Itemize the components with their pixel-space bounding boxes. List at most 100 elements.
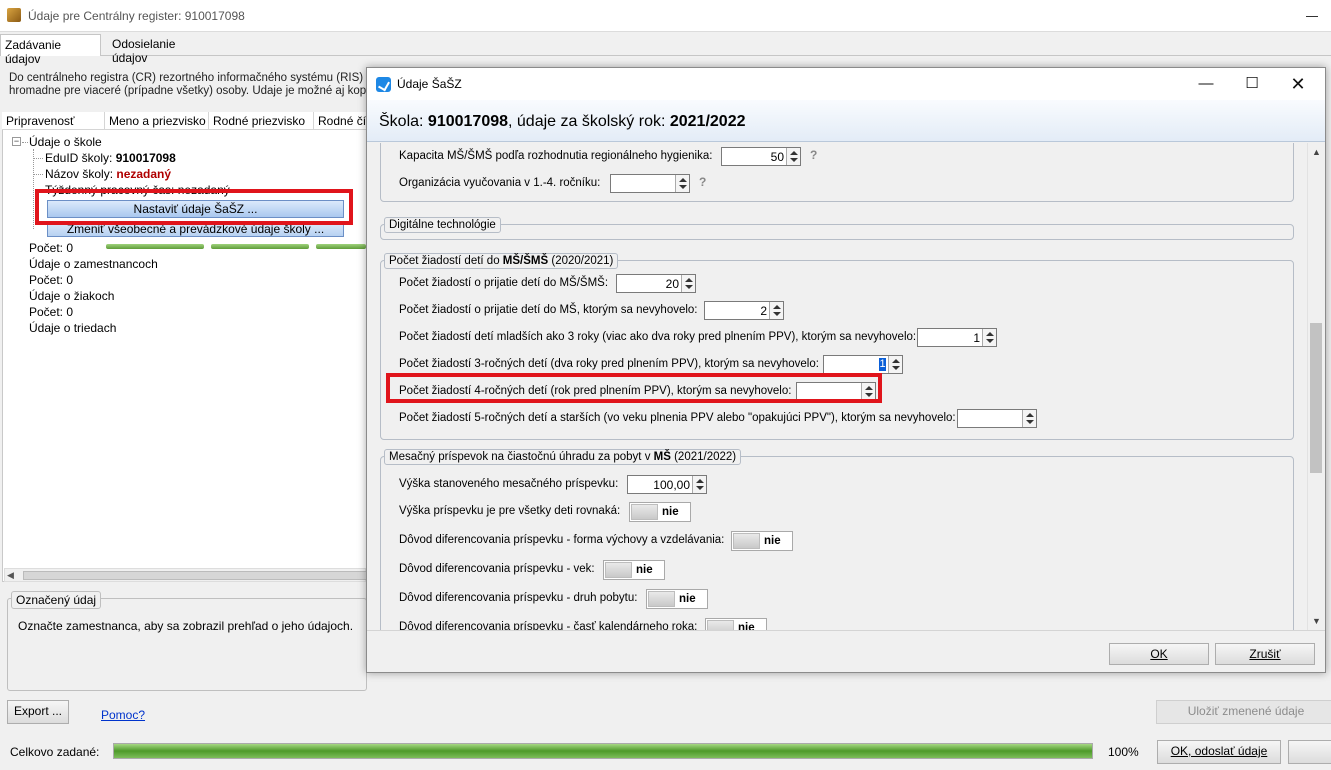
pocet-prijatie-stepper[interactable]: 20	[616, 274, 696, 293]
ok-odoslat-button[interactable]: OK, odoslať údaje	[1157, 740, 1281, 764]
toggle-knob	[605, 562, 632, 578]
group-mesacny-prispevok: Mesačný príspevok na čiastočnú úhradu za…	[380, 449, 1294, 630]
dialog-header: Škola: 910017098, údaje za školský rok: …	[367, 100, 1325, 142]
pomoc-link[interactable]: Pomoc?	[101, 708, 145, 722]
tree-pocet: Počet: 0	[29, 241, 74, 255]
vyska-value: 100,00	[653, 478, 690, 492]
scroll-left-icon[interactable]: ◀	[7, 570, 14, 581]
extra-button[interactable]	[1288, 740, 1331, 764]
pocet-5-rocne-stepper[interactable]	[957, 409, 1037, 428]
legend-prefix: Mesačný príspevok na čiastočnú úhradu za…	[389, 451, 654, 463]
col-header-rodne-priezvisko[interactable]: Rodné priezvisko	[209, 112, 314, 130]
kapacita-label: Kapacita MŠ/ŠMŠ podľa rozhodnutia region…	[399, 150, 713, 162]
stepper-arrows[interactable]	[681, 275, 695, 292]
pocet-nevyhovelo-stepper[interactable]: 2	[704, 301, 784, 320]
legend-prefix: Počet žiadostí detí do	[389, 255, 503, 267]
kapacita-stepper[interactable]: 50	[721, 147, 801, 166]
scroll-up-icon[interactable]: ▲	[1312, 147, 1321, 157]
forma-toggle[interactable]: nie	[731, 531, 793, 551]
app-icon	[7, 8, 21, 22]
organizacia-stepper[interactable]	[610, 174, 690, 193]
col-header-meno[interactable]: Meno a priezvisko	[105, 112, 209, 130]
stepper-arrows[interactable]	[888, 356, 902, 373]
dialog-minimize-icon[interactable]: —	[1183, 68, 1229, 100]
grid-header: Pripravenosť Meno a priezvisko Rodné pri…	[2, 112, 367, 130]
tree-node-zamestnanci[interactable]: Údaje o zamestnancoch	[29, 257, 158, 271]
total-progress-fill	[114, 744, 1092, 758]
legend-suffix: (2020/2021)	[548, 255, 614, 267]
toggle-label: Dôvod diferencovania príspevku - časť ka…	[399, 621, 698, 630]
dialog-vertical-scrollbar[interactable]: ▲ ▼	[1307, 143, 1324, 630]
tree-node-triedy[interactable]: Údaje o triedach	[29, 321, 116, 335]
dialog-cancel-button[interactable]: Zrušiť	[1215, 643, 1315, 665]
main-titlebar: Údaje pre Centrálny register: 910017098	[0, 0, 1331, 32]
help-icon[interactable]: ?	[810, 148, 817, 162]
vyska-prispevku-stepper[interactable]: 100,00	[627, 475, 707, 494]
dialog-titlebar: Údaje ŠaŠZ — ☐ ✕	[367, 68, 1325, 100]
tab-zadavanie[interactable]: Zadávanie údajov	[0, 34, 101, 66]
eduid-value: 910017098	[115, 151, 176, 165]
eduid-label: EduID školy:	[45, 151, 113, 165]
cast-roka-toggle[interactable]: nie	[705, 618, 767, 630]
nazov-label: Názov školy:	[45, 167, 114, 181]
rovnaka-toggle[interactable]: nie	[629, 502, 691, 522]
tree-connector	[22, 142, 28, 143]
info-line-1: Do centrálneho registra (CR) rezortného …	[9, 72, 369, 84]
pocet-mladsie-3-stepper[interactable]: 1	[917, 328, 997, 347]
progress-pripravenost	[316, 244, 366, 249]
dialog-maximize-icon[interactable]: ☐	[1229, 68, 1275, 100]
tree-connector	[33, 149, 34, 229]
scroll-thumb[interactable]	[1310, 323, 1322, 473]
pocet-3-rocne-stepper[interactable]: 1	[823, 355, 903, 374]
total-progress-percent: 100%	[1108, 745, 1139, 759]
col-header-pripravenost[interactable]: Pripravenosť	[2, 112, 105, 130]
header-prefix: Škola:	[379, 113, 428, 130]
row-label: Počet žiadostí 3-ročných detí (dva roky …	[399, 358, 819, 370]
stepper-arrows[interactable]	[982, 329, 996, 346]
legend-bold: MŠ	[653, 451, 671, 463]
stepper-arrows[interactable]	[769, 302, 783, 319]
group-pocet-ziadosti: Počet žiadostí detí do MŠ/ŠMŠ (2020/2021…	[380, 253, 1294, 440]
dialog-header-text: Škola: 910017098, údaje za školský rok: …	[379, 113, 746, 131]
col-header-rodne-cislo[interactable]: Rodné čís	[314, 112, 367, 130]
stepper-arrows[interactable]	[1022, 410, 1036, 427]
dialog-udaje-sasz: Údaje ŠaŠZ — ☐ ✕ Škola: 910017098, údaje…	[366, 67, 1326, 673]
header-school-year: 2021/2022	[669, 113, 746, 130]
stepper-arrows[interactable]	[786, 148, 800, 165]
tab-odosielanie[interactable]: Odosielanie údajov	[108, 34, 218, 65]
info-text: Do centrálneho registra (CR) rezortného …	[9, 72, 369, 98]
group-digitalne-technologie: Digitálne technológie	[380, 217, 1294, 240]
nazov-value: nezadaný	[116, 167, 172, 181]
toggle-value: nie	[662, 506, 679, 518]
collapse-icon[interactable]: −	[12, 137, 21, 146]
toggle-value: nie	[679, 593, 696, 605]
tree-eduid: EduID školy: 910017098	[45, 151, 176, 165]
highlight-box	[386, 373, 882, 403]
scroll-thumb[interactable]	[23, 571, 368, 580]
dialog-close-icon[interactable]: ✕	[1275, 68, 1321, 100]
oznaceny-udaj-text: Označte zamestnanca, aby sa zobrazil pre…	[18, 619, 354, 633]
toggle-knob	[707, 620, 734, 630]
stepper-arrows[interactable]	[675, 175, 689, 192]
tree-node-udaje-o-skole[interactable]: Údaje o škole	[29, 135, 102, 149]
info-line-2: hromadne pre viaceré (prípadne všetky) o…	[9, 85, 369, 97]
vek-toggle[interactable]: nie	[603, 560, 665, 580]
tree-node-ziaci[interactable]: Údaje o žiakoch	[29, 289, 114, 303]
tree-nazov: Názov školy: nezadaný	[45, 167, 171, 181]
scroll-down-icon[interactable]: ▼	[1312, 616, 1321, 626]
help-icon[interactable]: ?	[699, 175, 706, 189]
dialog-app-icon	[376, 77, 391, 92]
main-tabs: Zadávanie údajov Odosielanie údajov	[0, 32, 1331, 66]
minimize-button[interactable]	[1302, 6, 1322, 26]
oznaceny-udaj-panel: Označený údaj Označte zamestnanca, aby s…	[7, 591, 367, 691]
progress-pripravenost	[211, 244, 309, 249]
ulozit-button[interactable]: Uložiť zmenené údaje	[1156, 700, 1331, 724]
dialog-ok-button[interactable]: OK	[1109, 643, 1209, 665]
druh-pobytu-toggle[interactable]: nie	[646, 589, 708, 609]
tree-pocet: Počet: 0	[29, 273, 74, 287]
stepper-arrows[interactable]	[692, 476, 706, 493]
horizontal-scrollbar[interactable]: ◀	[4, 568, 368, 582]
export-button[interactable]: Export ...	[7, 700, 69, 724]
group-kapacita: Kapacita MŠ/ŠMŠ podľa rozhodnutia region…	[380, 143, 1294, 202]
digitalne-legend[interactable]: Digitálne technológie	[384, 217, 501, 233]
